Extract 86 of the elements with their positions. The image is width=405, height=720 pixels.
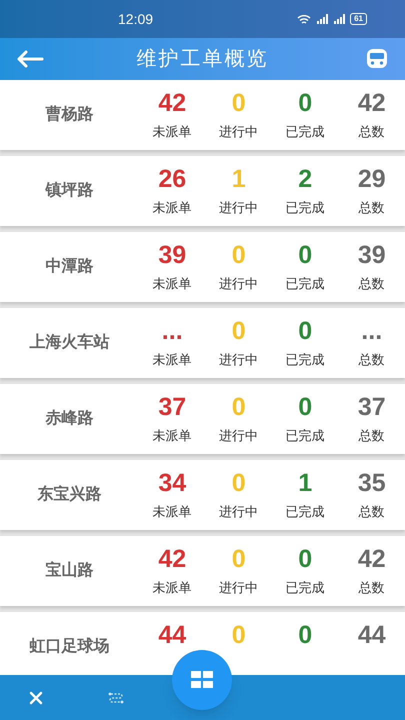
count-label: 未派单 <box>152 427 192 445</box>
count-value: 0 <box>298 316 312 346</box>
back-icon[interactable] <box>16 50 44 68</box>
station-name: 镇坪路 <box>44 180 94 201</box>
count-value: 42 <box>158 544 186 574</box>
count-label: 未派单 <box>152 199 192 217</box>
count-label: 未派单 <box>152 579 192 597</box>
station-name: 东宝兴路 <box>36 484 102 505</box>
count-value: 0 <box>298 620 312 650</box>
count-label: 已完成 <box>286 503 325 521</box>
count-label: 总数 <box>358 199 385 217</box>
count-label: 进行中 <box>219 275 258 293</box>
station-name: 曹杨路 <box>44 104 94 125</box>
bus-icon[interactable] <box>365 48 389 70</box>
count-label: 进行中 <box>219 503 258 521</box>
count-label: 总数 <box>358 579 385 597</box>
count-value: 0 <box>232 316 246 346</box>
count-label: 未派单 <box>152 351 192 369</box>
count-value: 42 <box>358 88 386 118</box>
route-icon[interactable] <box>108 690 124 704</box>
count-value: 0 <box>232 468 246 498</box>
station-name: 宝山路 <box>44 560 94 581</box>
count-label: 已完成 <box>286 351 325 369</box>
count-label: 已完成 <box>286 275 325 293</box>
count-value: 0 <box>298 392 312 422</box>
count-value: 39 <box>158 240 186 270</box>
station-card[interactable]: 中潭路 39 未派单 0 进行中 0 已完成 39 总数 <box>0 232 405 302</box>
count-label: 进行中 <box>219 579 258 597</box>
station-card[interactable]: 曹杨路 42 未派单 0 进行中 0 已完成 42 总数 <box>0 80 405 150</box>
signal-icon <box>316 14 328 24</box>
count-value: 0 <box>298 544 312 574</box>
count-label: 进行中 <box>219 123 258 141</box>
count-label: 总数 <box>358 351 385 369</box>
count-value: 44 <box>358 620 386 650</box>
count-value: 35 <box>358 468 386 498</box>
count-value: 29 <box>358 164 386 194</box>
count-value: 0 <box>232 88 246 118</box>
grid-icon <box>191 671 213 689</box>
page-title: 维护工单概览 <box>136 47 268 72</box>
count-label: 已完成 <box>286 427 325 445</box>
station-card[interactable]: 东宝兴路 34 未派单 0 进行中 1 已完成 35 总数 <box>0 460 405 530</box>
count-value: 1 <box>298 468 312 498</box>
battery-level: 61 <box>350 13 367 25</box>
count-label: 进行中 <box>219 199 258 217</box>
count-value: 0 <box>298 88 312 118</box>
count-value: 26 <box>158 164 186 194</box>
count-value: 0 <box>232 392 246 422</box>
count-value: 44 <box>158 620 186 650</box>
count-value: 0 <box>232 544 246 574</box>
count-value: 0 <box>298 240 312 270</box>
count-value: 2 <box>298 164 312 194</box>
wifi-icon <box>297 14 312 24</box>
station-name: 上海火车站 <box>28 332 110 353</box>
count-label: 总数 <box>358 427 385 445</box>
station-card[interactable]: 虹口足球场 44 0 0 44 <box>0 612 405 675</box>
clock: 12:09 <box>118 10 154 28</box>
count-value: 34 <box>158 468 186 498</box>
count-label: 总数 <box>358 503 385 521</box>
signal-icon <box>333 14 346 24</box>
count-value: 39 <box>358 240 386 270</box>
count-label: 未派单 <box>152 275 192 293</box>
station-card[interactable]: 上海火车站 ... 未派单 0 进行中 0 已完成 ... 总数 <box>0 308 405 378</box>
station-card[interactable]: 赤峰路 37 未派单 0 进行中 0 已完成 37 总数 <box>0 384 405 454</box>
count-value: 1 <box>232 164 246 194</box>
count-label: 已完成 <box>286 579 325 597</box>
count-value: 42 <box>358 544 386 574</box>
count-value: 42 <box>158 88 186 118</box>
count-label: 进行中 <box>219 351 258 369</box>
station-name: 中潭路 <box>44 256 94 277</box>
count-label: 未派单 <box>152 123 192 141</box>
count-label: 进行中 <box>219 427 258 445</box>
count-label: 已完成 <box>286 123 325 141</box>
count-value: 37 <box>158 392 186 422</box>
station-name: 虹口足球场 <box>28 636 110 657</box>
count-value: 0 <box>232 620 246 650</box>
count-label: 已完成 <box>286 199 325 217</box>
count-value: ... <box>361 316 382 346</box>
station-card[interactable]: 镇坪路 26 未派单 1 进行中 2 已完成 29 总数 <box>0 156 405 226</box>
count-label: 总数 <box>358 123 385 141</box>
count-value: ... <box>162 316 183 346</box>
count-label: 总数 <box>358 275 385 293</box>
count-label: 未派单 <box>152 503 192 521</box>
count-value: 37 <box>358 392 386 422</box>
station-name: 赤峰路 <box>44 408 94 429</box>
count-value: 0 <box>232 240 246 270</box>
station-card[interactable]: 宝山路 42 未派单 0 进行中 0 已完成 42 总数 <box>0 536 405 606</box>
